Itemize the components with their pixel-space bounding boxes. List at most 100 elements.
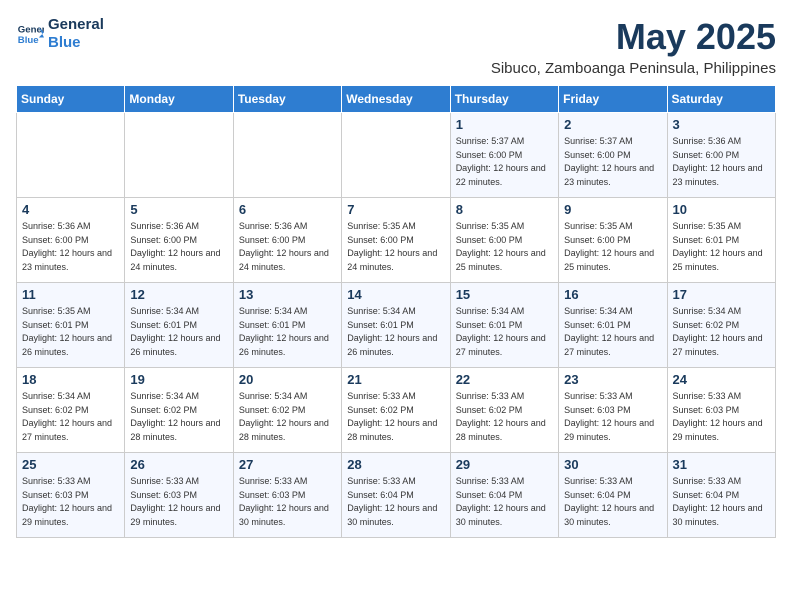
day-number: 11 [22,287,119,302]
day-number: 1 [456,117,553,132]
page-header: General Blue General Blue May 2025 Sibuc… [16,16,776,77]
location-subtitle: Sibuco, Zamboanga Peninsula, Philippines [491,60,776,77]
cell-week3-day0: 11 Sunrise: 5:35 AMSunset: 6:01 PMDayligh… [17,283,125,368]
day-info: Sunrise: 5:34 AMSunset: 6:02 PMDaylight:… [130,390,227,444]
day-number: 28 [347,457,444,472]
day-info: Sunrise: 5:34 AMSunset: 6:02 PMDaylight:… [239,390,336,444]
cell-week4-day5: 23 Sunrise: 5:33 AMSunset: 6:03 PMDayligh… [559,368,667,453]
day-number: 20 [239,372,336,387]
day-number: 9 [564,202,661,217]
month-title: May 2025 [491,16,776,58]
week-row-2: 4 Sunrise: 5:36 AMSunset: 6:00 PMDaylight… [17,198,776,283]
day-number: 2 [564,117,661,132]
day-info: Sunrise: 5:34 AMSunset: 6:01 PMDaylight:… [130,305,227,359]
col-monday: Monday [125,86,233,113]
cell-week2-day6: 10 Sunrise: 5:35 AMSunset: 6:01 PMDayligh… [667,198,775,283]
day-info: Sunrise: 5:34 AMSunset: 6:02 PMDaylight:… [22,390,119,444]
day-info: Sunrise: 5:34 AMSunset: 6:01 PMDaylight:… [347,305,444,359]
day-number: 14 [347,287,444,302]
day-number: 4 [22,202,119,217]
week-row-4: 18 Sunrise: 5:34 AMSunset: 6:02 PMDayligh… [17,368,776,453]
day-number: 22 [456,372,553,387]
day-number: 29 [456,457,553,472]
logo: General Blue General Blue [16,16,104,52]
col-friday: Friday [559,86,667,113]
week-row-3: 11 Sunrise: 5:35 AMSunset: 6:01 PMDayligh… [17,283,776,368]
cell-week4-day4: 22 Sunrise: 5:33 AMSunset: 6:02 PMDayligh… [450,368,558,453]
cell-week3-day2: 13 Sunrise: 5:34 AMSunset: 6:01 PMDayligh… [233,283,341,368]
day-info: Sunrise: 5:35 AMSunset: 6:01 PMDaylight:… [673,220,770,274]
day-info: Sunrise: 5:36 AMSunset: 6:00 PMDaylight:… [130,220,227,274]
day-number: 7 [347,202,444,217]
calendar-body: 1 Sunrise: 5:37 AMSunset: 6:00 PMDaylight… [17,113,776,538]
day-info: Sunrise: 5:33 AMSunset: 6:02 PMDaylight:… [347,390,444,444]
cell-week1-day6: 3Sunrise: 5:36 AMSunset: 6:00 PMDaylight… [667,113,775,198]
cell-week1-day3 [342,113,450,198]
svg-text:Blue: Blue [18,35,39,46]
cell-week2-day5: 9 Sunrise: 5:35 AMSunset: 6:00 PMDaylight… [559,198,667,283]
cell-week3-day1: 12 Sunrise: 5:34 AMSunset: 6:01 PMDayligh… [125,283,233,368]
day-info: Sunrise: 5:33 AMSunset: 6:02 PMDaylight:… [456,390,553,444]
cell-week2-day1: 5 Sunrise: 5:36 AMSunset: 6:00 PMDaylight… [125,198,233,283]
cell-week4-day3: 21Sunrise: 5:33 AMSunset: 6:02 PMDayligh… [342,368,450,453]
col-thursday: Thursday [450,86,558,113]
day-number: 26 [130,457,227,472]
day-number: 8 [456,202,553,217]
day-info: Sunrise: 5:33 AMSunset: 6:03 PMDaylight:… [130,475,227,529]
cell-week1-day1 [125,113,233,198]
cell-week3-day6: 17Sunrise: 5:34 AMSunset: 6:02 PMDayligh… [667,283,775,368]
day-info: Sunrise: 5:33 AMSunset: 6:03 PMDaylight:… [564,390,661,444]
cell-week5-day1: 26 Sunrise: 5:33 AMSunset: 6:03 PMDayligh… [125,453,233,538]
day-info: Sunrise: 5:34 AMSunset: 6:01 PMDaylight:… [564,305,661,359]
cell-week5-day5: 30Sunrise: 5:33 AMSunset: 6:04 PMDayligh… [559,453,667,538]
day-number: 19 [130,372,227,387]
calendar-table: Sunday Monday Tuesday Wednesday Thursday… [16,85,776,538]
day-number: 15 [456,287,553,302]
day-info: Sunrise: 5:33 AMSunset: 6:04 PMDaylight:… [347,475,444,529]
day-info: Sunrise: 5:35 AMSunset: 6:01 PMDaylight:… [22,305,119,359]
day-number: 18 [22,372,119,387]
svg-text:General: General [18,24,44,35]
cell-week1-day2 [233,113,341,198]
cell-week3-day4: 15 Sunrise: 5:34 AMSunset: 6:01 PMDayligh… [450,283,558,368]
day-info: Sunrise: 5:36 AMSunset: 6:00 PMDaylight:… [673,135,770,189]
day-number: 13 [239,287,336,302]
cell-week1-day5: 2 Sunrise: 5:37 AMSunset: 6:00 PMDaylight… [559,113,667,198]
cell-week1-day0 [17,113,125,198]
cell-week2-day2: 6Sunrise: 5:36 AMSunset: 6:00 PMDaylight… [233,198,341,283]
cell-week2-day3: 7 Sunrise: 5:35 AMSunset: 6:00 PMDaylight… [342,198,450,283]
day-number: 31 [673,457,770,472]
week-row-1: 1 Sunrise: 5:37 AMSunset: 6:00 PMDaylight… [17,113,776,198]
day-info: Sunrise: 5:33 AMSunset: 6:03 PMDaylight:… [239,475,336,529]
day-info: Sunrise: 5:34 AMSunset: 6:01 PMDaylight:… [239,305,336,359]
day-number: 17 [673,287,770,302]
day-info: Sunrise: 5:37 AMSunset: 6:00 PMDaylight:… [456,135,553,189]
cell-week3-day5: 16 Sunrise: 5:34 AMSunset: 6:01 PMDayligh… [559,283,667,368]
title-block: May 2025 Sibuco, Zamboanga Peninsula, Ph… [491,16,776,77]
day-info: Sunrise: 5:35 AMSunset: 6:00 PMDaylight:… [564,220,661,274]
logo-line2: Blue [48,34,104,52]
logo-line1: General [48,16,104,34]
cell-week2-day4: 8 Sunrise: 5:35 AMSunset: 6:00 PMDaylight… [450,198,558,283]
day-number: 16 [564,287,661,302]
day-number: 10 [673,202,770,217]
cell-week1-day4: 1 Sunrise: 5:37 AMSunset: 6:00 PMDaylight… [450,113,558,198]
day-info: Sunrise: 5:34 AMSunset: 6:01 PMDaylight:… [456,305,553,359]
col-wednesday: Wednesday [342,86,450,113]
day-info: Sunrise: 5:33 AMSunset: 6:03 PMDaylight:… [22,475,119,529]
day-info: Sunrise: 5:33 AMSunset: 6:04 PMDaylight:… [673,475,770,529]
cell-week2-day0: 4 Sunrise: 5:36 AMSunset: 6:00 PMDaylight… [17,198,125,283]
day-info: Sunrise: 5:36 AMSunset: 6:00 PMDaylight:… [22,220,119,274]
logo-icon: General Blue [16,20,44,48]
day-info: Sunrise: 5:35 AMSunset: 6:00 PMDaylight:… [456,220,553,274]
day-number: 12 [130,287,227,302]
col-saturday: Saturday [667,86,775,113]
calendar-header: Sunday Monday Tuesday Wednesday Thursday… [17,86,776,113]
day-number: 23 [564,372,661,387]
day-number: 5 [130,202,227,217]
day-info: Sunrise: 5:33 AMSunset: 6:04 PMDaylight:… [456,475,553,529]
day-info: Sunrise: 5:35 AMSunset: 6:00 PMDaylight:… [347,220,444,274]
col-sunday: Sunday [17,86,125,113]
cell-week5-day4: 29 Sunrise: 5:33 AMSunset: 6:04 PMDayligh… [450,453,558,538]
day-info: Sunrise: 5:37 AMSunset: 6:00 PMDaylight:… [564,135,661,189]
